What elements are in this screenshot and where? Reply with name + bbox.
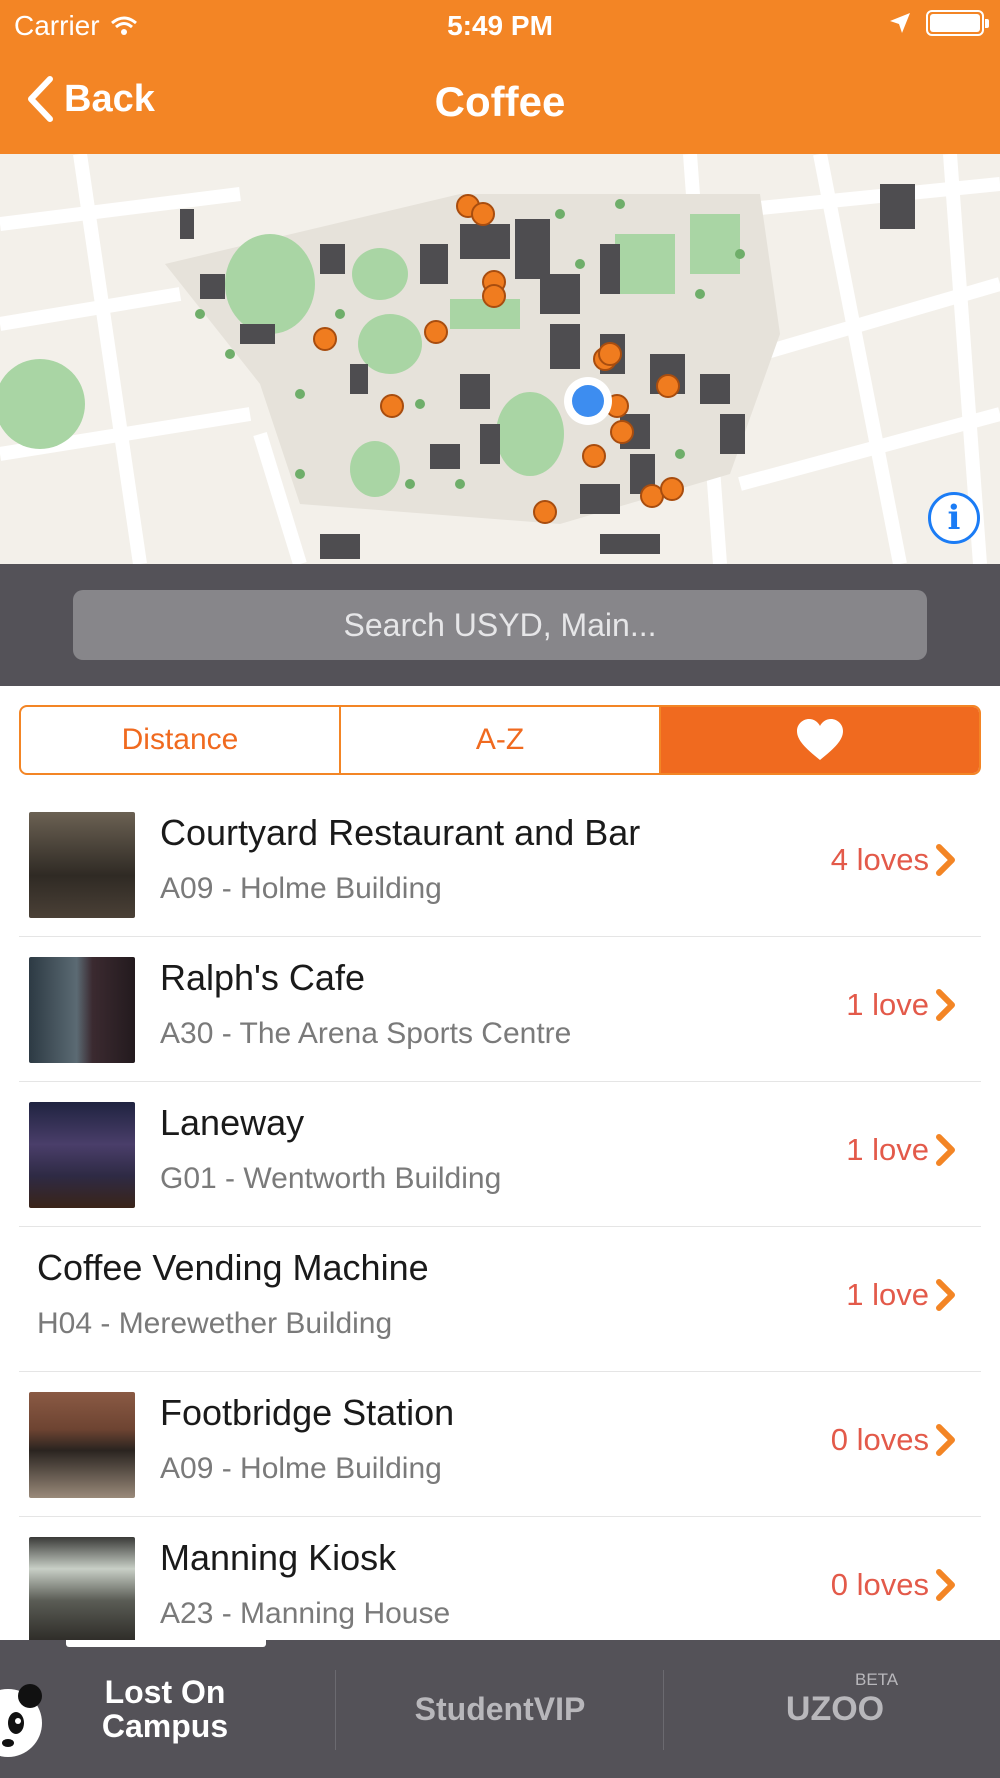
campus-map[interactable]: i: [0, 154, 1000, 564]
chevron-right-icon: [936, 1424, 955, 1456]
loves-label: 1 love: [846, 1277, 929, 1312]
place-subtitle: G01 - Wentworth Building: [160, 1162, 502, 1195]
place-title: Coffee Vending Machine: [37, 1247, 429, 1288]
loves-label: 4 loves: [830, 842, 929, 877]
place-thumbnail: [29, 1392, 135, 1498]
place-subtitle: A23 - Manning House: [160, 1597, 451, 1630]
app-tab-bar: Lost On Campus StudentVIP UZOO BETA: [0, 1640, 1000, 1778]
place-thumbnail: [29, 812, 135, 918]
place-title: Courtyard Restaurant and Bar: [160, 812, 641, 853]
heart-icon: [797, 719, 843, 760]
beta-badge: BETA: [855, 1670, 899, 1689]
top-bar: Carrier 5:49 PM Back Coffee: [0, 0, 1000, 154]
loves-count: 1 love: [846, 1132, 957, 1168]
list-item[interactable]: Laneway G01 - Wentworth Building 1 love: [19, 1082, 981, 1227]
tab-divider: [335, 1670, 336, 1750]
status-time: 5:49 PM: [447, 10, 553, 41]
status-bar: Carrier 5:49 PM: [0, 0, 1000, 50]
tab-lost-on-campus[interactable]: Lost On Campus: [40, 1640, 290, 1778]
segment-a-z[interactable]: A-Z: [339, 707, 659, 773]
loves-count: 1 love: [846, 1277, 957, 1313]
place-thumbnail: [29, 1537, 135, 1640]
chevron-right-icon: [936, 1134, 955, 1166]
list-item[interactable]: Courtyard Restaurant and Bar A09 - Holme…: [19, 792, 981, 937]
loves-count: 1 love: [846, 987, 957, 1023]
tab-divider: [663, 1670, 664, 1750]
place-subtitle: A30 - The Arena Sports Centre: [160, 1017, 572, 1050]
tab-lost-on-campus-label: Lost On Campus: [102, 1675, 228, 1743]
list-item[interactable]: Ralph's Cafe A30 - The Arena Sports Cent…: [19, 937, 981, 1082]
chevron-right-icon: [936, 1569, 955, 1601]
loves-label: 0 loves: [830, 1422, 929, 1457]
sort-segmented-control: Distance A-Z: [19, 705, 981, 775]
segment-distance[interactable]: Distance: [21, 707, 339, 773]
page-title: Coffee: [434, 78, 566, 125]
list-item[interactable]: Footbridge Station A09 - Holme Building …: [19, 1372, 981, 1517]
place-title: Laneway: [160, 1102, 305, 1143]
tab-label-line2: Campus: [101, 1708, 229, 1744]
nav-bar: Back Coffee: [0, 62, 1000, 142]
chevron-right-icon: [936, 989, 955, 1021]
loves-count: 0 loves: [831, 1567, 957, 1603]
loves-label: 1 love: [846, 1132, 929, 1167]
place-thumbnail: [29, 957, 135, 1063]
tab-uzoo[interactable]: UZOO: [680, 1640, 990, 1778]
place-subtitle: A09 - Holme Building: [160, 872, 442, 905]
location-arrow-icon: [890, 13, 910, 33]
search-input[interactable]: [73, 590, 927, 660]
list-item[interactable]: Manning Kiosk A23 - Manning House 0 love…: [19, 1517, 981, 1640]
segment-favorites[interactable]: [659, 707, 979, 773]
place-title: Ralph's Cafe: [160, 957, 365, 998]
place-thumbnail: [29, 1102, 135, 1208]
tab-label-line1: Lost On: [104, 1674, 226, 1710]
place-title: Footbridge Station: [160, 1392, 455, 1433]
map-graphic: [0, 154, 1000, 564]
loves-label: 1 love: [846, 987, 929, 1022]
coffee-list: Courtyard Restaurant and Bar A09 - Holme…: [0, 792, 1000, 1640]
list-item[interactable]: Coffee Vending Machine H04 - Merewether …: [19, 1227, 981, 1372]
place-subtitle: A09 - Holme Building: [160, 1452, 442, 1485]
place-title: Manning Kiosk: [160, 1537, 397, 1578]
chevron-right-icon: [936, 844, 955, 876]
map-info-button[interactable]: i: [928, 492, 980, 544]
search-bar: [0, 564, 1000, 686]
loves-label: 0 loves: [830, 1567, 929, 1602]
loves-count: 0 loves: [831, 1422, 957, 1458]
loves-count: 4 loves: [831, 842, 957, 878]
battery-icon: [926, 10, 989, 36]
chevron-right-icon: [936, 1279, 955, 1311]
status-right: [888, 10, 989, 36]
tab-studentvip[interactable]: StudentVIP: [340, 1640, 660, 1778]
place-subtitle: H04 - Merewether Building: [37, 1307, 393, 1340]
